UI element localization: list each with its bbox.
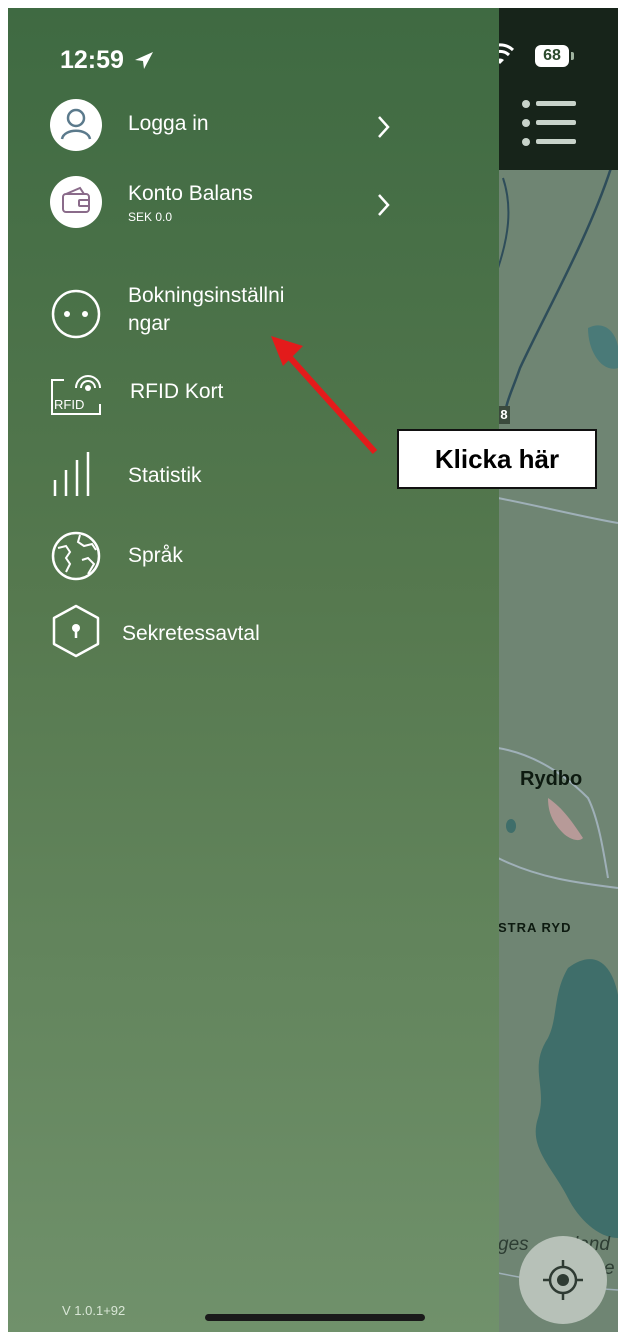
keyhole-shield-icon — [52, 604, 100, 658]
avatar — [50, 99, 102, 151]
language-label: Språk — [128, 544, 183, 567]
rfid-label: RFID Kort — [130, 380, 224, 403]
menu-item-privacy[interactable]: Sekretessavtal — [8, 600, 499, 660]
menu-item-booking-settings[interactable]: Bokningsinställni ngar — [8, 280, 499, 352]
booking-settings-label-line1: Bokningsinställni — [128, 284, 285, 307]
privacy-label: Sekretessavtal — [122, 622, 260, 645]
locate-button[interactable] — [519, 1236, 607, 1324]
app-version: V 1.0.1+92 — [62, 1303, 126, 1318]
login-label: Logga in — [128, 112, 209, 135]
home-indicator — [205, 1314, 425, 1321]
place-label-stra-ryd: STRA RYD — [498, 920, 572, 935]
side-drawer: 12:59 Logga in Konto Balans SEK 0.0 Bokn… — [8, 8, 499, 1332]
annotation-arrow-icon — [271, 336, 378, 455]
bar-chart-icon — [53, 452, 90, 496]
place-label-rydbo: Rydbo — [520, 768, 583, 790]
battery-tip — [571, 52, 574, 60]
rfid-icon-text: RFID — [54, 397, 85, 412]
socket-icon — [51, 289, 101, 339]
wallet-icon — [62, 186, 90, 213]
app-screen: 8 Rydbo STRA RYD ges land e 68 12:59 Log… — [8, 8, 618, 1332]
wallet-avatar — [50, 176, 102, 228]
menu-item-rfid[interactable]: RFID RFID Kort — [8, 364, 499, 424]
statistics-label: Statistik — [128, 464, 202, 487]
menu-item-balance[interactable]: Konto Balans SEK 0.0 — [8, 170, 499, 240]
location-arrow-icon — [134, 52, 153, 69]
chevron-right-icon — [378, 116, 390, 138]
chevron-right-icon — [378, 194, 390, 216]
booking-settings-label-line2: ngar — [128, 312, 171, 335]
globe-icon — [51, 531, 101, 581]
battery-indicator: 68 — [535, 45, 569, 67]
annotation-callout: Klicka här — [397, 429, 597, 489]
menu-item-language[interactable]: Språk — [8, 524, 499, 584]
menu-item-login[interactable]: Logga in — [8, 94, 499, 164]
status-time: 12:59 — [60, 46, 155, 75]
road-marker: 8 — [498, 406, 510, 424]
crosshair-icon — [543, 1260, 583, 1300]
menu-list-icon[interactable] — [518, 96, 578, 156]
time-text: 12:59 — [60, 46, 124, 74]
user-icon — [60, 108, 92, 140]
balance-label: Konto Balans — [128, 182, 253, 205]
rfid-icon: RFID — [50, 370, 106, 418]
balance-amount: SEK 0.0 — [128, 210, 173, 224]
